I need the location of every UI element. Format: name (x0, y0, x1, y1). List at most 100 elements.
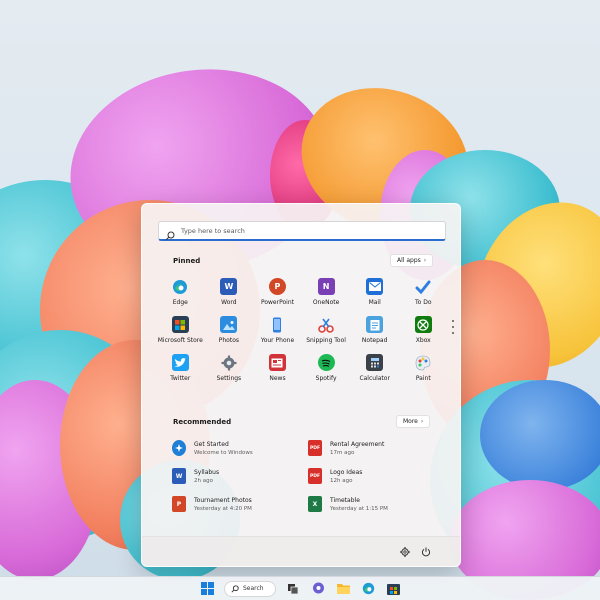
edge-icon (172, 278, 189, 295)
app-label: News (269, 375, 286, 382)
pinned-app-settings[interactable]: Settings (205, 352, 254, 389)
twitter-icon (171, 354, 189, 371)
app-label: Calculator (359, 375, 390, 382)
app-label: Spotify (315, 375, 337, 382)
settings-button[interactable] (399, 546, 411, 558)
powerpoint-file-icon: P (172, 496, 186, 512)
app-label: Mail (368, 299, 381, 306)
search-input[interactable] (181, 226, 431, 235)
powerpoint-icon: P (268, 278, 286, 295)
recommended-item[interactable]: X Timetable Yesterday at 1:15 PM (308, 493, 438, 515)
start-menu: Pinned All apps › Edge W Word P PowerPoi… (141, 203, 461, 567)
recommended-item-detail: Welcome to Windows (194, 449, 253, 456)
pinned-app-your-phone[interactable]: Your Phone (253, 314, 302, 351)
gear-icon (400, 547, 410, 557)
recommended-item-name: Syllabus (194, 468, 220, 476)
pinned-app-todo[interactable]: To Do (399, 276, 448, 313)
recommended-item-detail: 12h ago (330, 477, 353, 484)
app-label: PowerPoint (260, 299, 294, 306)
recommended-item[interactable]: PDF Logo Ideas 12h ago (308, 465, 438, 487)
chevron-right-icon: › (423, 257, 427, 264)
recommended-item-detail: Yesterday at 4:20 PM (194, 505, 252, 512)
pinned-app-mail[interactable]: Mail (350, 276, 399, 313)
word-file-icon: W (172, 468, 186, 484)
search-icon (165, 226, 175, 240)
snipping-tool-icon (318, 316, 335, 333)
xbox-icon (414, 316, 432, 333)
paint-icon (415, 354, 432, 371)
store-icon (386, 584, 400, 595)
spotify-icon (317, 354, 335, 371)
start-button[interactable] (199, 581, 215, 597)
pdf-file-icon: PDF (308, 468, 322, 484)
start-search-box[interactable] (158, 221, 446, 241)
onenote-icon: N (317, 278, 335, 295)
app-label: To Do (415, 299, 432, 306)
photos-icon (220, 316, 238, 333)
page-dot (452, 320, 454, 322)
notepad-icon (366, 316, 384, 333)
taskbar: Search (0, 576, 600, 600)
app-label: Word (221, 299, 237, 306)
pinned-app-notepad[interactable]: Notepad (350, 314, 399, 351)
windows-logo-icon (200, 582, 214, 595)
pinned-app-onenote[interactable]: N OneNote (302, 276, 351, 313)
recommended-item-name: Timetable (330, 496, 360, 504)
settings-icon (220, 354, 237, 371)
app-label: Microsoft Store (157, 337, 203, 344)
chevron-right-icon: › (420, 418, 424, 425)
app-label: Your Phone (260, 337, 295, 344)
page-dot (452, 332, 454, 334)
recommended-item[interactable]: W Syllabus 2h ago (172, 465, 302, 487)
pinned-app-microsoft-store[interactable]: Microsoft Store (156, 314, 205, 351)
pinned-app-snipping-tool[interactable]: Snipping Tool (302, 314, 351, 351)
folder-icon (336, 584, 350, 594)
store-taskbar-button[interactable] (385, 581, 401, 597)
recommended-item-name: Get Started (194, 440, 229, 448)
page-dot (452, 326, 454, 328)
recommended-item[interactable]: P Tournament Photos Yesterday at 4:20 PM (172, 493, 302, 515)
pinned-app-xbox[interactable]: Xbox (399, 314, 448, 351)
taskbar-search-label: Search (243, 585, 264, 592)
power-button[interactable] (420, 546, 432, 558)
file-explorer-button[interactable] (335, 581, 351, 597)
calculator-icon (366, 354, 384, 371)
pinned-app-paint[interactable]: Paint (399, 352, 448, 389)
edge-icon (362, 582, 374, 595)
pinned-app-twitter[interactable]: Twitter (156, 352, 205, 389)
todo-icon (415, 278, 432, 295)
pinned-app-news[interactable]: News (253, 352, 302, 389)
app-label: Photos (218, 337, 240, 344)
pinned-app-spotify[interactable]: Spotify (302, 352, 351, 389)
edge-taskbar-button[interactable] (360, 581, 376, 597)
recommended-item-name: Logo Ideas (330, 468, 363, 476)
all-apps-button[interactable]: All apps › (390, 254, 434, 267)
chat-icon (312, 582, 324, 594)
mail-icon (366, 278, 384, 295)
task-view-button[interactable] (285, 581, 301, 597)
app-label: Paint (415, 375, 431, 382)
app-label: OneNote (312, 299, 340, 306)
word-icon: W (220, 278, 238, 295)
app-label: Settings (216, 375, 242, 382)
pinned-app-word[interactable]: W Word (205, 276, 254, 313)
excel-file-icon: X (308, 496, 322, 512)
taskbar-search[interactable]: Search (224, 580, 276, 597)
pinned-page-indicator[interactable] (451, 320, 455, 334)
recommended-title: Recommended (173, 418, 232, 426)
app-label: Notepad (361, 337, 388, 344)
search-icon (231, 584, 239, 593)
chat-button[interactable] (310, 581, 326, 597)
power-icon (421, 547, 431, 557)
more-button[interactable]: More › (396, 415, 431, 428)
pinned-app-edge[interactable]: Edge (156, 276, 205, 313)
pinned-app-powerpoint[interactable]: P PowerPoint (253, 276, 302, 313)
news-icon (268, 354, 286, 371)
app-label: Twitter (170, 375, 191, 382)
pdf-file-icon: PDF (308, 440, 322, 456)
pinned-app-calculator[interactable]: Calculator (350, 352, 399, 389)
recommended-item[interactable]: Get Started Welcome to Windows (172, 437, 302, 459)
recommended-item[interactable]: PDF Rental Agreement 17m ago (308, 437, 438, 459)
pinned-app-photos[interactable]: Photos (205, 314, 254, 351)
app-label: Xbox (415, 337, 431, 344)
